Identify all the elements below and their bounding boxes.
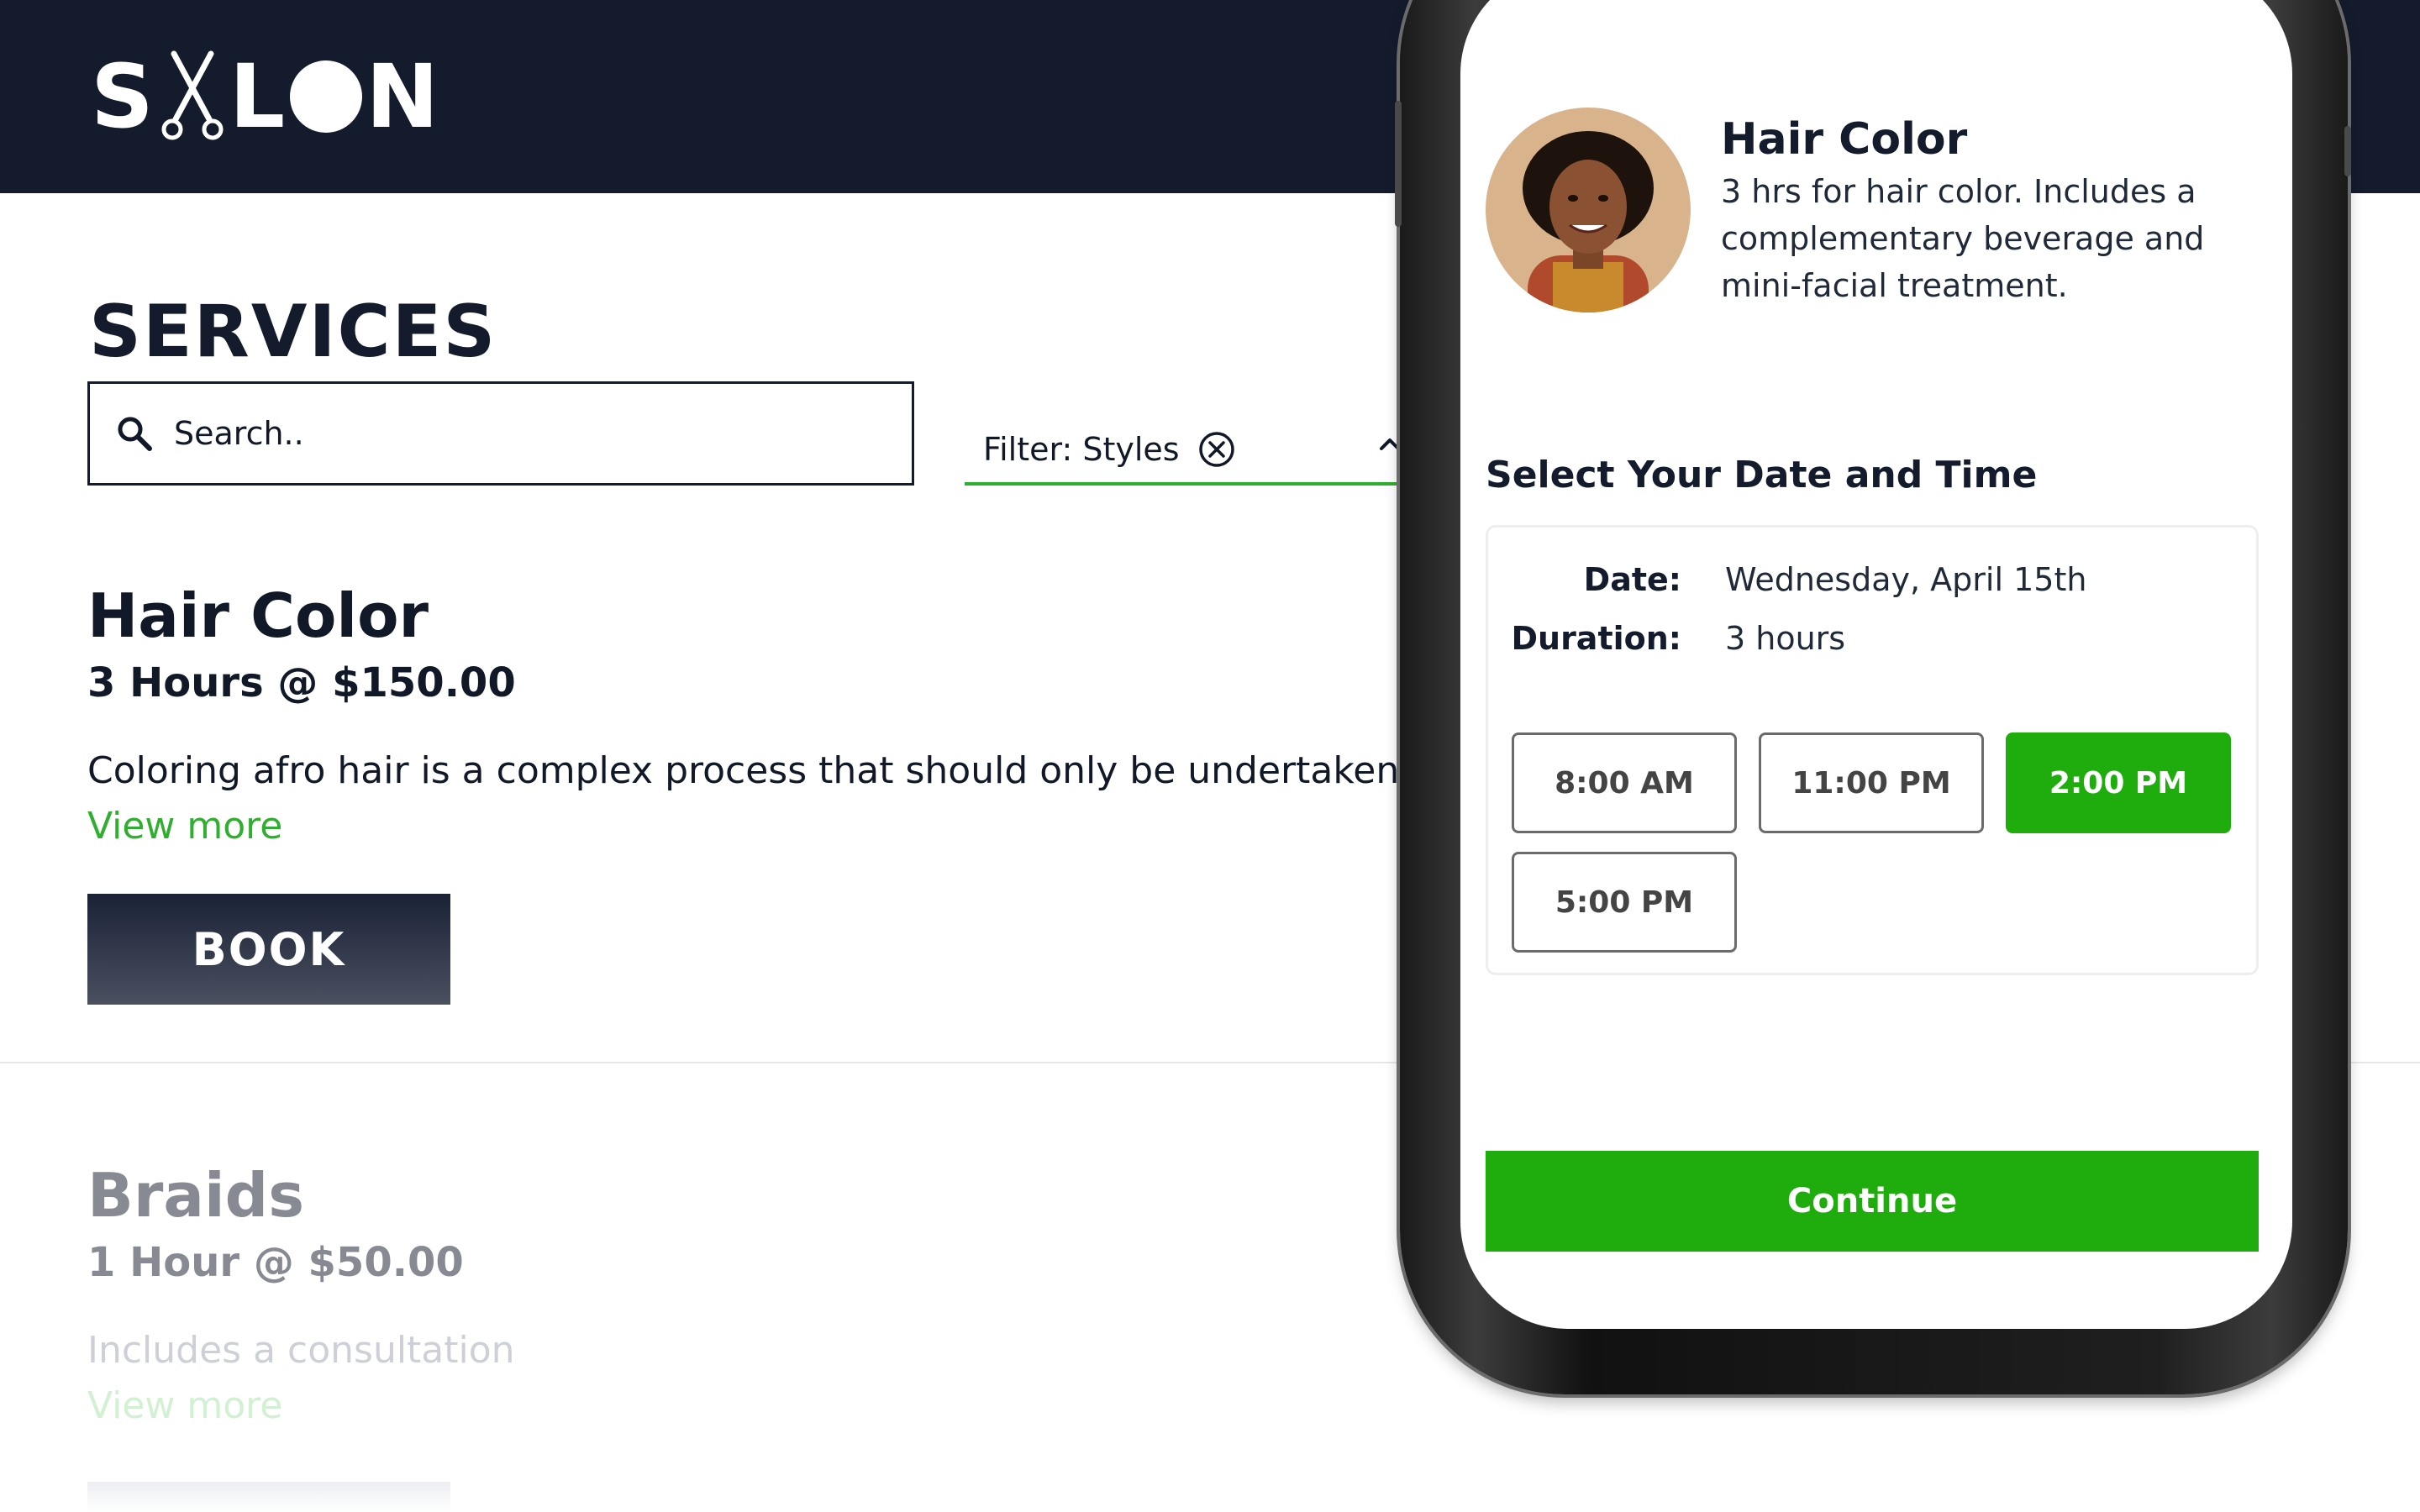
duration-value: 3 hours	[1725, 620, 1846, 657]
continue-button[interactable]: Continue	[1486, 1151, 2259, 1252]
duration-label: Duration:	[1511, 620, 1681, 657]
time-slot-button[interactable]: 5:00 PM	[1512, 852, 1737, 953]
book-button-partial[interactable]	[87, 1482, 450, 1512]
service-card-hair-color: Hair Color 3 Hours @ $150.00 Coloring af…	[87, 578, 1475, 1005]
phone-side-button	[1395, 101, 1402, 227]
schedule-card: Date: Wednesday, April 15th Duration: 3 …	[1486, 525, 2259, 975]
booking-modal: Hair Color 3 hrs for hair color. Include…	[1460, 0, 2292, 1329]
date-time-heading: Select Your Date and Time	[1486, 454, 2038, 496]
page-title: SERVICES	[89, 290, 497, 374]
date-value: Wednesday, April 15th	[1725, 561, 2087, 598]
filter-label: Filter: Styles	[983, 431, 1180, 468]
service-duration-price: 1 Hour @ $50.00	[87, 1239, 464, 1286]
chevron-up-icon[interactable]	[1378, 432, 1402, 455]
book-button[interactable]: BOOK	[87, 894, 450, 1005]
search-box[interactable]	[87, 381, 914, 486]
stylist-avatar	[1486, 108, 1691, 312]
time-slot-button[interactable]: 8:00 AM	[1512, 732, 1737, 833]
phone-side-button	[2344, 126, 2351, 176]
view-more-link[interactable]: View more	[87, 1381, 282, 1431]
search-input[interactable]	[174, 400, 863, 467]
time-slot-button[interactable]: 11:00 PM	[1759, 732, 1984, 833]
filter-dropdown[interactable]: Filter: Styles	[965, 417, 1402, 486]
logo-circle-o	[290, 60, 363, 133]
service-name: Hair Color	[87, 580, 429, 651]
duration-row: Duration: 3 hours	[1488, 620, 1845, 657]
search-icon	[118, 417, 152, 451]
scissors-icon	[161, 50, 224, 140]
logo-letter-n: N	[366, 45, 441, 148]
time-slot-button-selected[interactable]: 2:00 PM	[2006, 732, 2231, 833]
service-description: Coloring afro hair is a complex process …	[87, 749, 1475, 792]
logo-letter-l: L	[229, 45, 287, 148]
booking-service-description: 3 hrs for hair color. Includes a complem…	[1721, 173, 2205, 304]
salon-logo[interactable]: S L N	[91, 50, 440, 143]
service-duration-price: 3 Hours @ $150.00	[87, 659, 516, 706]
service-card-braids: Braids 1 Hour @ $50.00 Includes a consul…	[87, 1158, 515, 1431]
date-label: Date:	[1583, 561, 1681, 598]
view-more-link[interactable]: View more	[87, 801, 282, 852]
clear-filter-icon[interactable]	[1198, 431, 1235, 468]
service-description: Includes a consultation	[87, 1329, 515, 1372]
logo-letter-s: S	[91, 45, 155, 148]
service-name: Braids	[87, 1160, 305, 1231]
date-row: Date: Wednesday, April 15th	[1488, 561, 2087, 598]
booking-service-title: Hair Color	[1721, 114, 1968, 165]
